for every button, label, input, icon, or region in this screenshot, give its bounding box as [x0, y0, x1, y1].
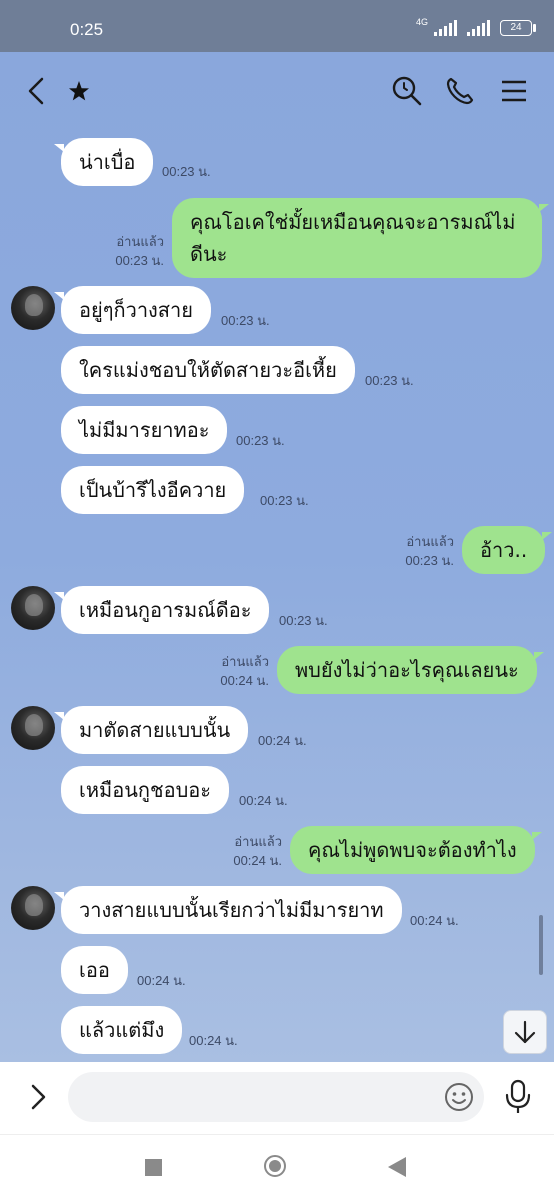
message-bubble-in[interactable]: แล้วแต่มึง	[61, 1006, 183, 1054]
network-type: 4G	[415, 17, 428, 27]
message-input[interactable]	[68, 1072, 484, 1122]
message-bubble-in[interactable]: ไม่มีมารยาทอะ	[61, 406, 228, 454]
message-bubble-out[interactable]: อ้าว..	[462, 526, 553, 574]
search-icon[interactable]	[390, 74, 424, 108]
read-receipt: อ่านแล้ว	[406, 534, 454, 549]
expand-chevron-icon[interactable]	[22, 1080, 56, 1114]
emoji-icon[interactable]	[443, 1081, 475, 1113]
battery-icon: 24	[500, 20, 536, 36]
message-bubble-in[interactable]: มาตัดสายแบบนั้น	[53, 706, 249, 754]
message-bubble-in[interactable]: เหมือนกูชอบอะ	[61, 766, 230, 814]
message-bubble-in[interactable]: วางสายแบบนั้นเรียกว่าไม่มีมารยาท	[54, 886, 402, 934]
message-time: 00:23 น.	[279, 613, 328, 628]
message-time: 00:24 น.	[220, 673, 269, 688]
recent-apps-icon[interactable]	[145, 1159, 162, 1176]
message-time: 00:23 น.	[162, 164, 211, 179]
scroll-down-button[interactable]	[503, 1010, 547, 1054]
input-bar	[0, 1062, 554, 1134]
message-time: 00:24 น.	[233, 853, 282, 868]
message-time: 00:23 น.	[405, 553, 454, 568]
message-bubble-in[interactable]: เหมือนกูอารมณ์ดีอะ	[53, 586, 270, 634]
message-bubble-in[interactable]: เออ	[61, 946, 128, 994]
system-nav-bar	[0, 1134, 554, 1201]
message-time: 00:23 น.	[365, 373, 414, 388]
avatar[interactable]	[11, 586, 55, 630]
arrow-down-icon	[514, 1020, 536, 1044]
home-icon[interactable]	[264, 1155, 286, 1177]
back-icon[interactable]	[20, 74, 54, 108]
message-time: 00:23 น.	[115, 253, 164, 268]
message-time: 00:24 น.	[189, 1033, 238, 1048]
read-receipt: อ่านแล้ว	[221, 654, 269, 669]
back-nav-icon[interactable]	[388, 1157, 406, 1177]
avatar[interactable]	[11, 286, 55, 330]
status-time: 0:25	[70, 20, 104, 39]
avatar[interactable]	[11, 706, 55, 750]
message-bubble-out[interactable]: คุณไม่พูดพบจะต้องทำไง	[290, 826, 542, 874]
message-time: 00:23 น.	[260, 493, 309, 508]
chat-header	[0, 52, 554, 128]
status-bar: 0:25 4G 24	[0, 0, 554, 52]
read-receipt: อ่านแล้ว	[116, 234, 164, 249]
message-time: 00:24 น.	[239, 793, 288, 808]
message-bubble-out[interactable]: คุณโอเคใช่มั้ยเหมือนคุณจะอารมณ์ไม่ดีนะ	[172, 198, 549, 278]
signal-icon-2	[467, 20, 490, 36]
menu-icon[interactable]	[498, 74, 532, 108]
message-time: 00:24 น.	[137, 973, 186, 988]
message-bubble-in[interactable]: น่าเบื่อ	[53, 138, 154, 186]
signal-icon	[434, 20, 457, 36]
read-receipt: อ่านแล้ว	[234, 834, 282, 849]
star-icon[interactable]	[62, 74, 96, 108]
message-time: 00:23 น.	[236, 433, 285, 448]
message-time: 00:24 น.	[258, 733, 307, 748]
microphone-icon[interactable]	[502, 1078, 534, 1116]
message-bubble-out[interactable]: พบยังไม่ว่าอะไรคุณเลยนะ	[277, 646, 544, 694]
message-time: 00:23 น.	[221, 313, 270, 328]
status-icons: 4G 24	[415, 17, 536, 36]
avatar[interactable]	[11, 886, 55, 930]
scrollbar-thumb[interactable]	[539, 915, 543, 975]
message-bubble-in[interactable]: ใครแม่งชอบให้ตัดสายวะอีเหี้ย	[61, 346, 355, 394]
message-time: 00:24 น.	[410, 913, 459, 928]
message-bubble-in[interactable]: เป็นบ้ารึไงอีควาย	[61, 466, 245, 514]
phone-icon[interactable]	[443, 74, 477, 108]
message-bubble-in[interactable]: อยู่ๆก็วางสาย	[54, 286, 211, 334]
